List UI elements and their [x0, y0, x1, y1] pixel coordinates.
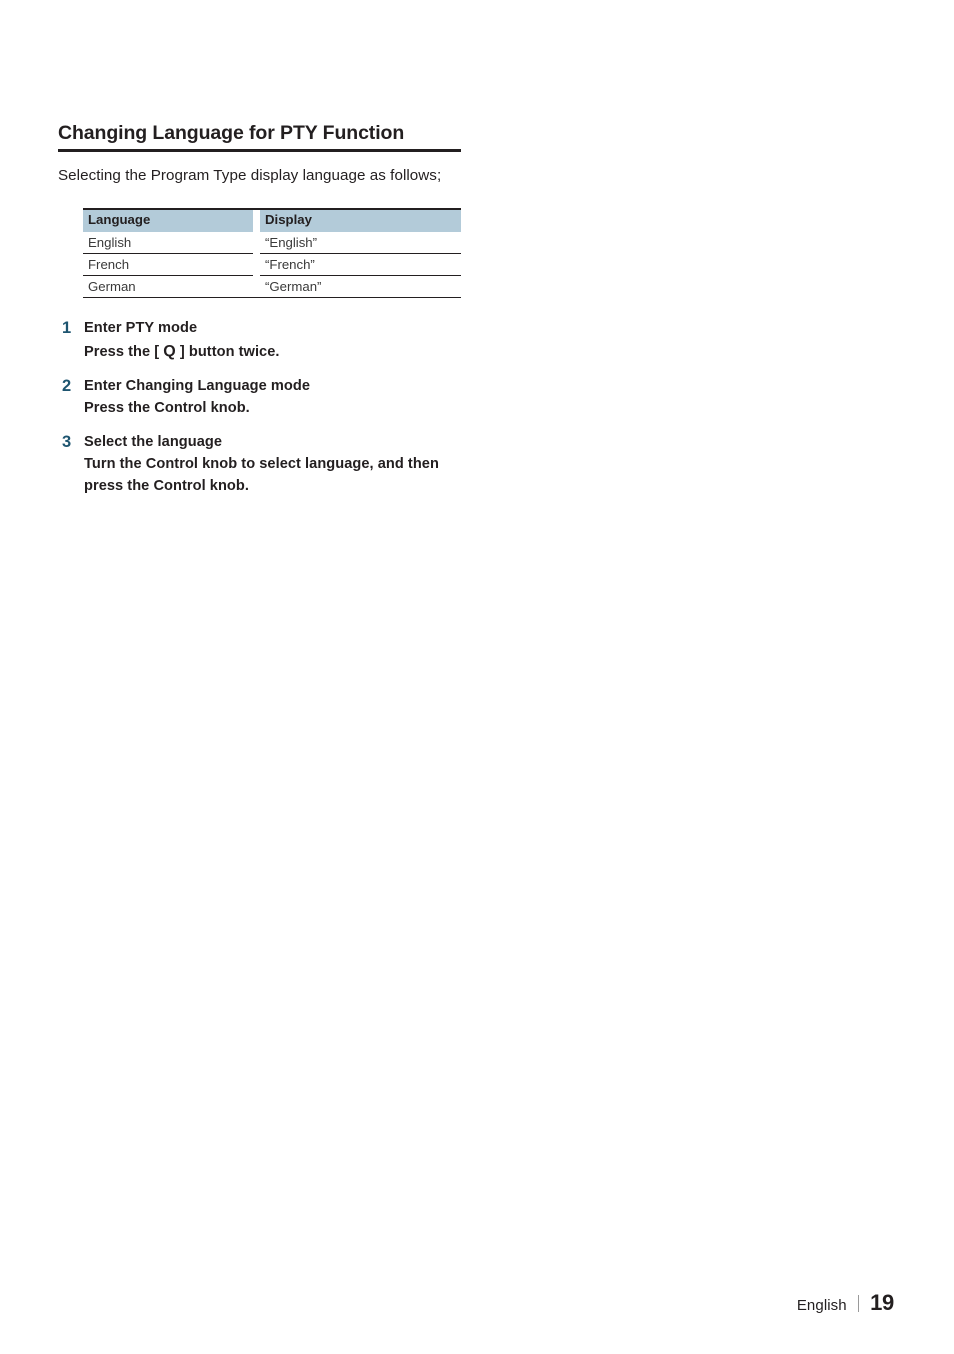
intro-paragraph: Selecting the Program Type display langu…: [58, 167, 442, 185]
table-row: French “French”: [83, 252, 461, 276]
table-bottom-divider: [83, 296, 461, 299]
column-header-language: Language: [83, 208, 253, 232]
cell-language: German: [83, 274, 253, 297]
q-button-icon: Q: [163, 343, 176, 361]
step-body: Press the Control knob.: [84, 400, 250, 417]
language-table-wrapper: Language Display English “English” Frenc…: [83, 208, 461, 299]
step-body: Press the [ Q ] button twice.: [84, 340, 459, 364]
column-gap: [253, 208, 260, 232]
cell-gap: [253, 275, 260, 297]
page-number: 19: [870, 1290, 894, 1315]
page-title: Changing Language for PTY Function: [58, 122, 405, 144]
heading-divider: [58, 149, 461, 153]
page-footer: English 19: [797, 1290, 894, 1316]
cell-language: English: [88, 234, 132, 250]
step-body: Turn the Control knob to select language…: [84, 455, 439, 494]
language-display-table: Language Display English “English” Frenc…: [83, 208, 461, 297]
step-title: Select the language: [84, 433, 223, 450]
cell-gap: [253, 253, 260, 275]
step-number: 2: [62, 377, 72, 396]
table-row: German “German”: [83, 274, 461, 297]
step-2: 2 Enter Changing Language mode Press the…: [58, 376, 488, 420]
cell-display: “German”: [260, 274, 461, 297]
cell-language: French: [83, 252, 253, 276]
cell-display: “English”: [265, 234, 318, 250]
step-body-text-before: Press the [: [84, 344, 164, 361]
step-1: 1 Enter PTY mode Press the [ Q ] button …: [58, 318, 488, 364]
page-content: Changing Language for PTY Function Selec…: [58, 122, 488, 498]
footer-divider: [857, 1295, 860, 1312]
step-number: 3: [62, 432, 72, 451]
step-title: Enter PTY mode: [84, 320, 198, 337]
step-number: 1: [62, 319, 72, 338]
table-row: English “English”: [83, 232, 461, 254]
step-body-text-after: ] button twice.: [175, 344, 280, 361]
cell-gap: [253, 232, 260, 254]
column-header-display: Display: [260, 208, 461, 232]
step-3: 3 Select the language Turn the Control k…: [58, 432, 488, 498]
procedure-steps: 1 Enter PTY mode Press the [ Q ] button …: [58, 318, 488, 497]
cell-display: “French”: [260, 252, 461, 276]
footer-language-label: English: [796, 1297, 847, 1314]
step-title: Enter Changing Language mode: [84, 378, 310, 395]
manual-page: Changing Language for PTY Function Selec…: [0, 0, 954, 1354]
table-header-row: Language Display: [83, 208, 461, 232]
